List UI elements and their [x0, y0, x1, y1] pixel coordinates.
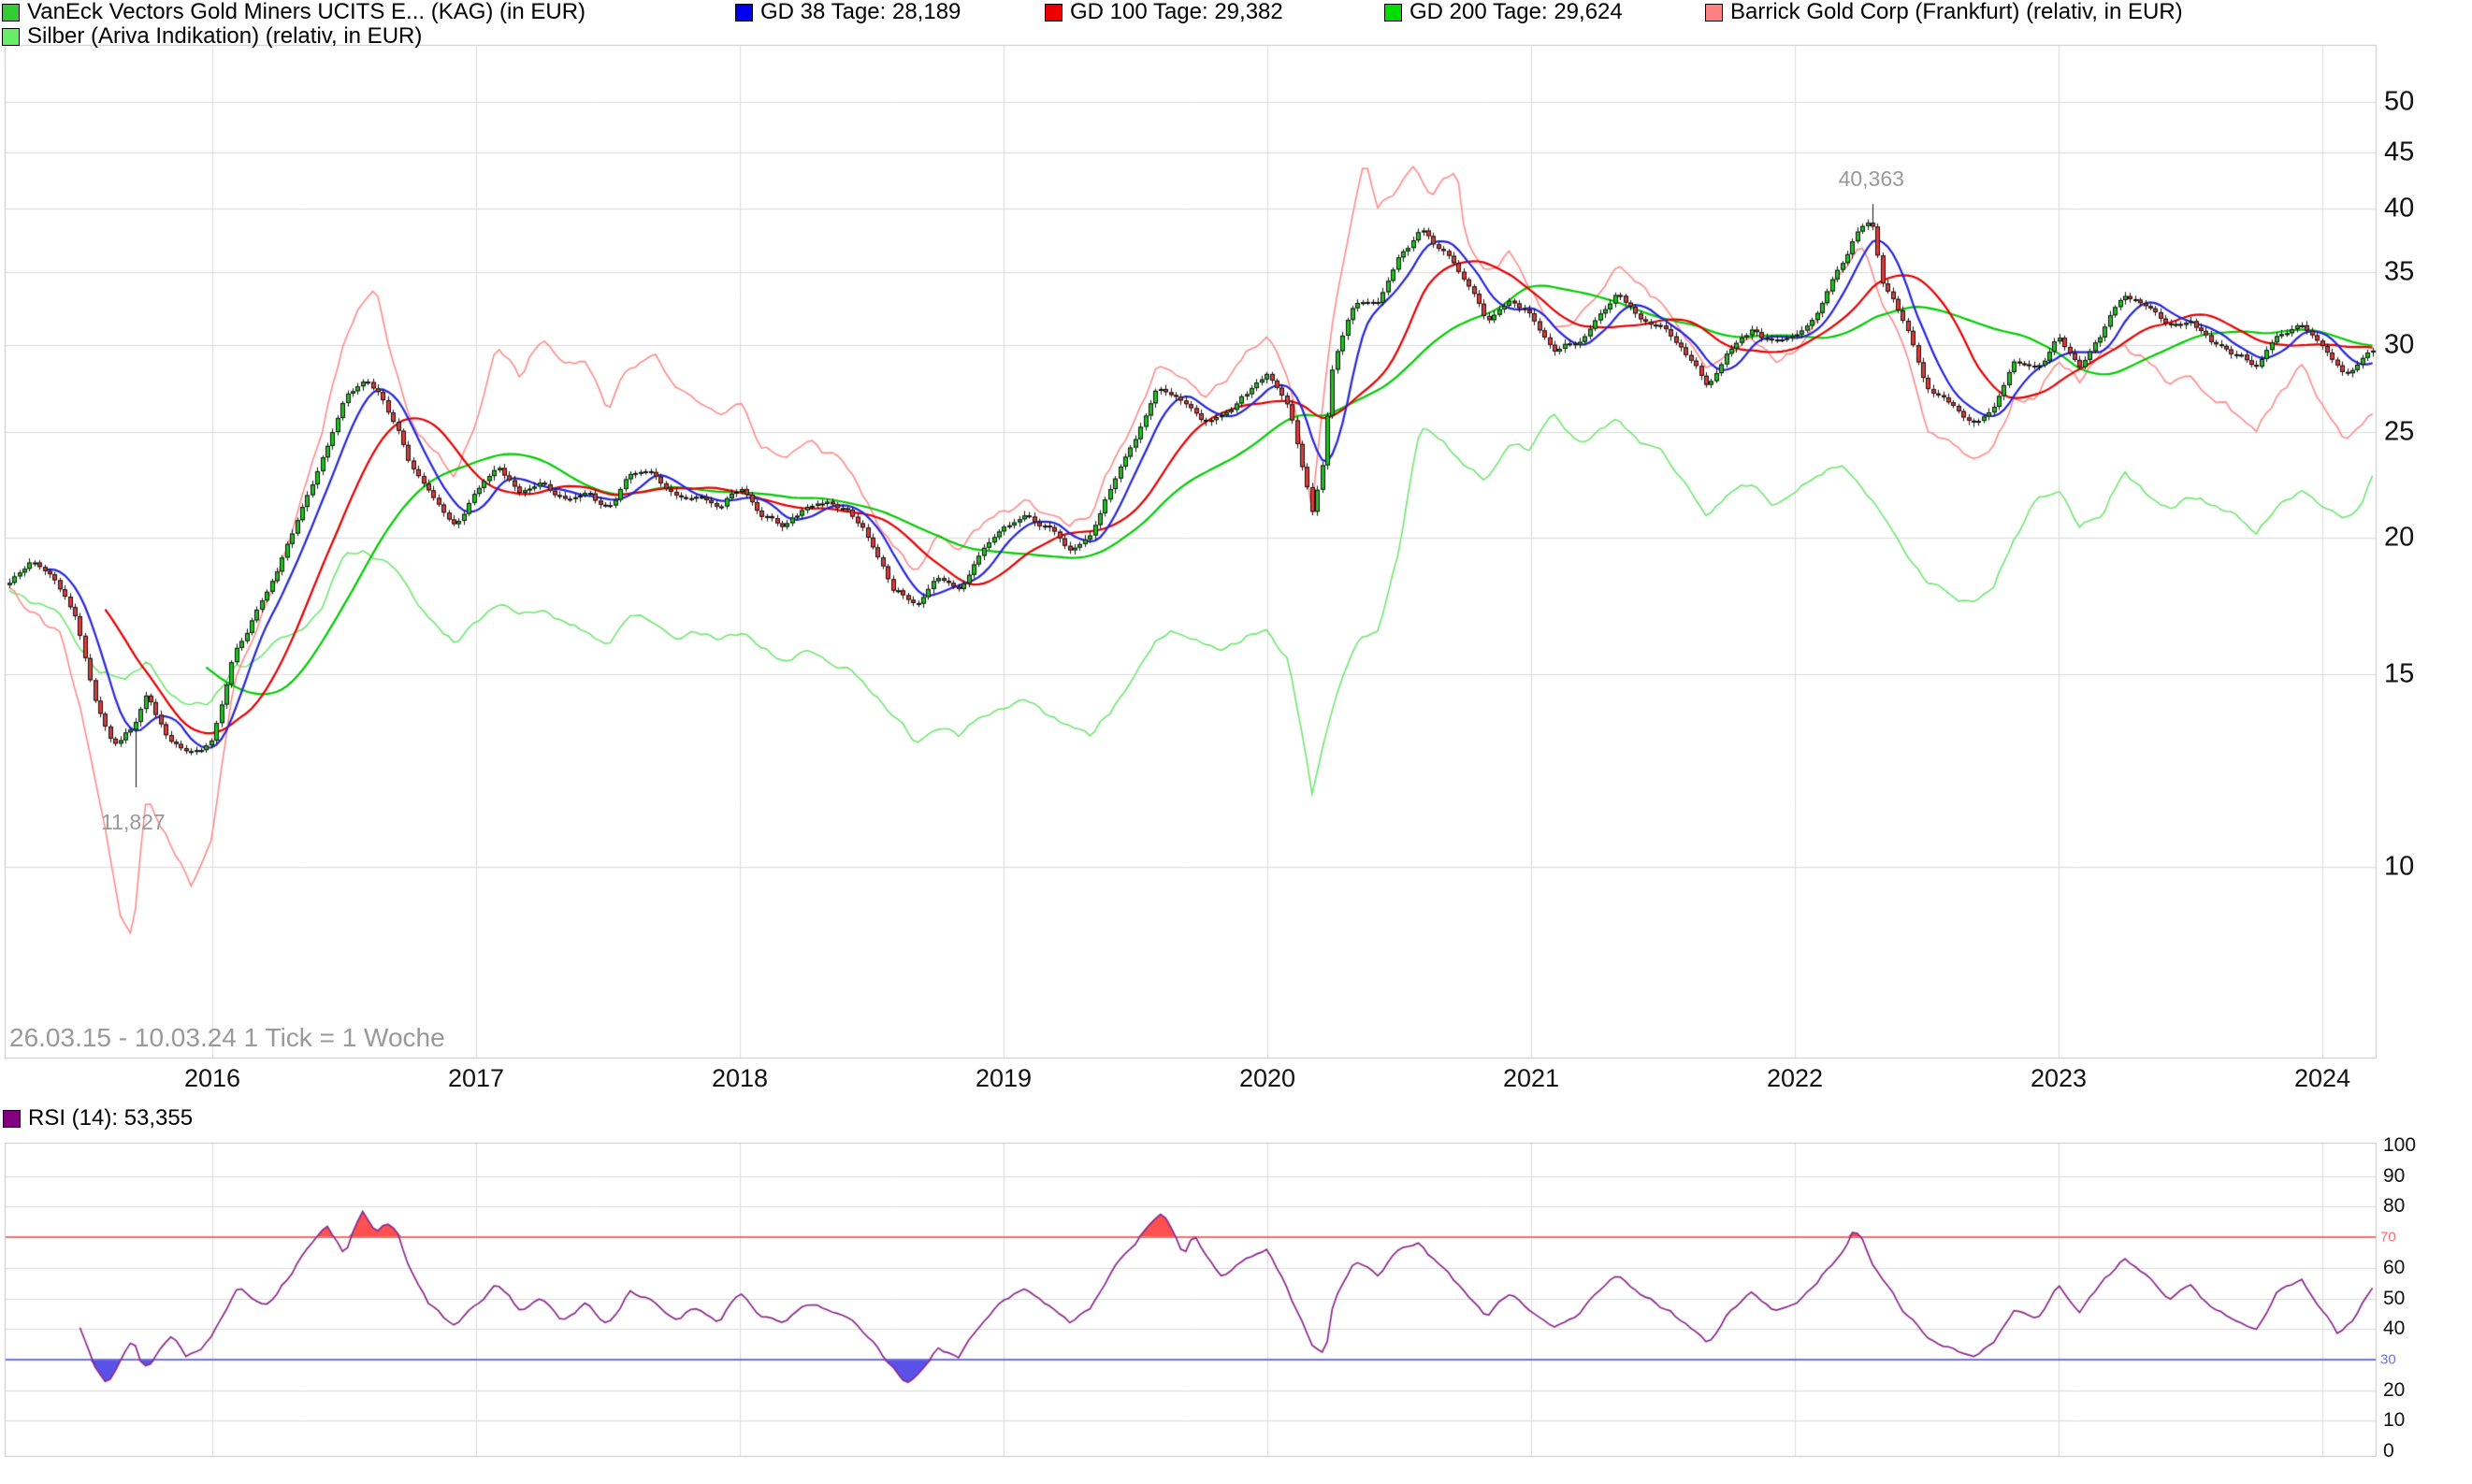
year-axis-label: 2019 — [976, 1064, 1032, 1093]
legend-item: VanEck Vectors Gold Miners UCITS E... (K… — [2, 2, 585, 22]
rsi-legend: RSI (14): 53,355 — [3, 1108, 193, 1129]
legend-swatch-icon — [1384, 4, 1402, 22]
rsi-axis-label: 0 — [2383, 1440, 2394, 1462]
year-axis-label: 2024 — [2294, 1064, 2350, 1093]
price-axis-label: 20 — [2384, 523, 2414, 554]
year-axis-label: 2018 — [712, 1064, 768, 1093]
rsi-axis-label: 30 — [2380, 1351, 2396, 1367]
price-axis-label: 25 — [2384, 416, 2414, 447]
price-axis-label: 40 — [2384, 193, 2414, 223]
price-axis-label: 10 — [2384, 852, 2414, 883]
legend-item: GD 100 Tage: 29,382 — [1045, 2, 1283, 22]
year-axis-label: 2023 — [2031, 1064, 2087, 1093]
year-axis-label: 2016 — [184, 1064, 240, 1093]
legend-swatch-icon — [1705, 4, 1723, 22]
legend-item: GD 38 Tage: 28,189 — [735, 2, 961, 22]
rsi-axis-label: 100 — [2383, 1134, 2416, 1157]
legend-item: Barrick Gold Corp (Frankfurt) (relativ, … — [1705, 2, 2183, 22]
year-axis-label: 2022 — [1767, 1064, 1823, 1093]
rsi-axis-label: 60 — [2383, 1257, 2405, 1279]
legend-item: GD 200 Tage: 29,624 — [1384, 2, 1623, 22]
legend-swatch-icon — [2, 4, 20, 22]
rsi-axis-label: 70 — [2380, 1230, 2396, 1246]
price-axis-label: 15 — [2384, 659, 2414, 690]
rsi-legend-swatch-icon — [3, 1110, 21, 1128]
stock-chart-page: VanEck Vectors Gold Miners UCITS E... (K… — [0, 0, 2472, 1484]
price-axis-label: 35 — [2384, 256, 2414, 287]
legend-item-label: Barrick Gold Corp (Frankfurt) (relativ, … — [1730, 2, 2183, 22]
legend-swatch-icon — [735, 4, 753, 22]
tick-interval-label: 1 Tick = 1 Woche — [244, 1023, 445, 1052]
legend-swatch-icon — [1045, 4, 1063, 22]
legend-swatch-icon — [2, 28, 20, 46]
legend-item-label: GD 200 Tage: 29,624 — [1409, 2, 1623, 22]
date-range-label: 26.03.15 - 10.03.24 — [9, 1023, 237, 1052]
rsi-axis-label: 10 — [2383, 1409, 2405, 1432]
footer-spacer — [237, 1023, 244, 1052]
rsi-axis-label: 40 — [2383, 1318, 2405, 1340]
legend-item-label: GD 100 Tage: 29,382 — [1070, 2, 1283, 22]
year-axis-label: 2017 — [448, 1064, 504, 1093]
rsi-legend-label: RSI (14): 53,355 — [28, 1108, 193, 1129]
high-price-annotation: 40,363 — [1839, 166, 1904, 192]
price-axis-label: 50 — [2384, 87, 2414, 118]
chart-footer: 26.03.15 - 10.03.24 1 Tick = 1 Woche — [9, 1023, 445, 1053]
rsi-axis-label: 50 — [2383, 1288, 2405, 1310]
price-axis-label: 45 — [2384, 137, 2414, 167]
rsi-axis-label: 80 — [2383, 1195, 2405, 1217]
low-price-annotation: 11,827 — [101, 810, 166, 835]
year-axis-label: 2021 — [1503, 1064, 1559, 1093]
rsi-axis-label: 20 — [2383, 1379, 2405, 1402]
year-axis-label: 2020 — [1239, 1064, 1295, 1093]
chart-canvas — [0, 0, 2472, 1484]
legend-item-label: GD 38 Tage: 28,189 — [760, 2, 961, 22]
legend-item: Silber (Ariva Indikation) (relativ, in E… — [2, 26, 422, 47]
rsi-axis-label: 90 — [2383, 1165, 2405, 1188]
price-axis-label: 30 — [2384, 330, 2414, 361]
legend-item-label: VanEck Vectors Gold Miners UCITS E... (K… — [27, 2, 585, 22]
legend-item-label: Silber (Ariva Indikation) (relativ, in E… — [27, 26, 422, 47]
